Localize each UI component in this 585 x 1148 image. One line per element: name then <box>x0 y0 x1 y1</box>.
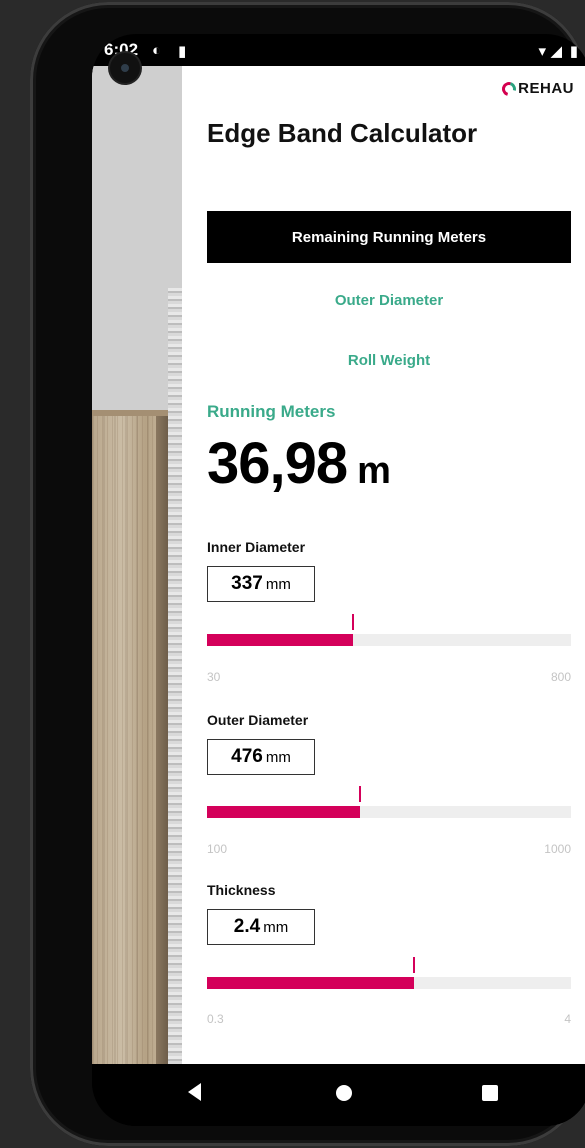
outer-diameter-input[interactable]: 476 mm <box>207 739 315 775</box>
phone-frame: 6:02 ◐ ▮ ▾ ◢ ▮ REHAU Edge Band Calculato… <box>30 2 585 1146</box>
calculator-panel: REHAU Edge Band Calculator Remaining Run… <box>182 66 585 1064</box>
inner-diameter-value: 337 <box>231 573 263 594</box>
thickness-min: 0.3 <box>207 1012 224 1026</box>
thickness-slider-fill <box>207 977 414 989</box>
tab-roll-weight[interactable]: Roll Weight <box>207 334 571 386</box>
inner-diameter-max: 800 <box>550 670 571 684</box>
outer-diameter-min: 100 <box>207 842 228 856</box>
inner-diameter-slider[interactable] <box>207 614 571 646</box>
outer-diameter-slider-thumb[interactable] <box>359 786 361 802</box>
thickness-max: 4 <box>564 1012 571 1026</box>
outer-diameter-max: 1000 <box>544 842 571 856</box>
inner-diameter-slider-thumb[interactable] <box>352 614 354 630</box>
page-title: Edge Band Calculator <box>207 118 478 148</box>
rehau-logo-icon <box>499 78 519 99</box>
edge-band-image <box>168 288 182 1064</box>
inner-diameter-min: 30 <box>207 670 221 684</box>
thickness-unit: mm <box>263 919 289 936</box>
wifi-icon: ▾ <box>538 43 546 60</box>
wood-board-edge-image <box>156 416 168 1064</box>
inner-diameter-input[interactable]: 337 mm <box>207 566 315 602</box>
inner-diameter-label: Inner Diameter <box>207 539 306 555</box>
outer-diameter-label: Outer Diameter <box>207 712 309 728</box>
thickness-label: Thickness <box>207 882 276 898</box>
android-nav-bar <box>92 1064 585 1126</box>
thickness-slider[interactable] <box>207 957 571 989</box>
tab-remaining-running-meters[interactable]: Remaining Running Meters <box>207 211 571 263</box>
thickness-slider-thumb[interactable] <box>413 957 415 973</box>
back-icon[interactable] <box>188 1083 201 1101</box>
status-bar: 6:02 ◐ ▮ ▾ ◢ ▮ <box>92 34 585 66</box>
outer-diameter-slider-fill <box>207 806 360 818</box>
outer-diameter-slider[interactable] <box>207 786 571 818</box>
notification-icon: ◐ <box>152 42 162 59</box>
running-meters-value: 36,98 m <box>207 430 391 497</box>
running-meters-number: 36,98 <box>207 431 348 496</box>
tab-outer-diameter[interactable]: Outer Diameter <box>207 274 571 326</box>
outer-diameter-value: 476 <box>231 746 263 767</box>
battery-icon: ▮ <box>569 43 578 60</box>
running-meters-label: Running Meters <box>207 402 336 421</box>
signal-icon: ◢ <box>550 43 562 60</box>
outer-diameter-unit: mm <box>265 749 291 766</box>
screen: 6:02 ◐ ▮ ▾ ◢ ▮ REHAU Edge Band Calculato… <box>92 34 585 1126</box>
front-camera <box>110 53 140 83</box>
recents-icon[interactable] <box>482 1085 498 1101</box>
inner-diameter-slider-fill <box>207 634 353 646</box>
sd-card-icon: ▮ <box>178 43 187 60</box>
home-icon[interactable] <box>336 1085 352 1101</box>
rehau-logo: REHAU <box>499 78 574 99</box>
thickness-value: 2.4 <box>233 916 261 937</box>
running-meters-unit: m <box>357 450 391 492</box>
inner-diameter-unit: mm <box>265 576 291 593</box>
app-area: REHAU Edge Band Calculator Remaining Run… <box>92 66 585 1064</box>
rehau-logo-text: REHAU <box>518 80 574 97</box>
thickness-input[interactable]: 2.4 mm <box>207 909 315 945</box>
